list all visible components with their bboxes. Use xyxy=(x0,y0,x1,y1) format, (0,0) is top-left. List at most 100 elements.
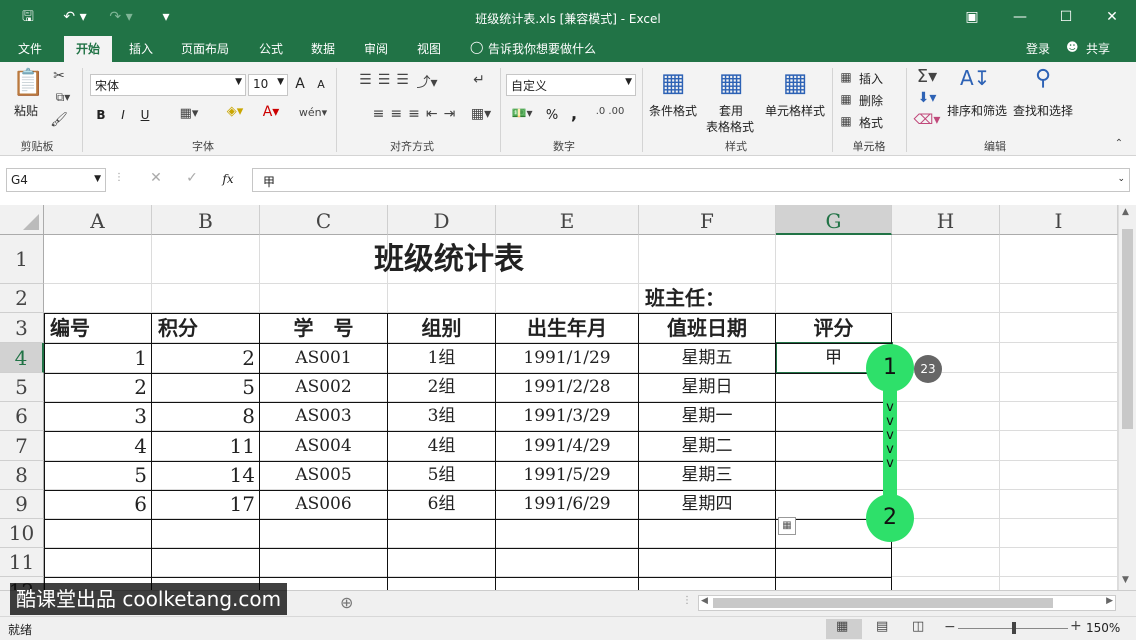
cell-empty[interactable] xyxy=(1000,431,1118,461)
cell-empty[interactable] xyxy=(496,519,639,548)
cell-empty[interactable] xyxy=(388,577,496,590)
delete-cells-button[interactable]: 删除 xyxy=(856,92,886,109)
merge-center-icon[interactable]: ▦▾ xyxy=(466,106,496,122)
menu-insert[interactable]: 插入 xyxy=(129,40,153,57)
menu-formulas[interactable]: 公式 xyxy=(259,40,283,57)
formula-input[interactable]: 甲 ⌄ xyxy=(252,168,1130,192)
number-format-select[interactable]: 自定义 ▼ xyxy=(506,74,636,96)
cell-styles-icon[interactable]: ▦ xyxy=(778,68,812,98)
page-layout-view-icon[interactable]: ▤ xyxy=(876,619,888,634)
format-painter-icon[interactable]: 🖌 xyxy=(50,112,68,128)
row-header-2[interactable]: 2 xyxy=(0,284,44,313)
auto-fill-options-icon[interactable]: ▦ xyxy=(778,517,796,535)
percent-button[interactable]: % xyxy=(544,108,560,123)
row-header-3[interactable]: 3 xyxy=(0,313,44,343)
row-header-6[interactable]: 6 xyxy=(0,402,44,431)
data-cell[interactable]: 6 xyxy=(44,490,152,519)
tell-me-box[interactable]: 告诉我你想要做什么 xyxy=(488,40,596,57)
tab-split-handle-icon[interactable]: ⋮ xyxy=(682,595,692,606)
cell-empty[interactable] xyxy=(1000,490,1118,519)
data-cell[interactable]: 5 xyxy=(152,373,260,402)
underline-button[interactable]: U xyxy=(138,108,152,122)
cell-empty[interactable] xyxy=(1000,519,1118,548)
header-cell[interactable]: 积分 xyxy=(152,313,260,343)
data-cell[interactable]: 1991/2/28 xyxy=(496,373,639,402)
add-sheet-icon[interactable]: ⊕ xyxy=(340,593,353,612)
column-header-a[interactable]: A xyxy=(44,205,152,235)
cell-empty[interactable] xyxy=(260,548,388,577)
data-cell[interactable]: AS006 xyxy=(260,490,388,519)
data-cell[interactable]: 8 xyxy=(152,402,260,431)
cell-empty[interactable] xyxy=(1000,577,1118,590)
data-cell[interactable]: 5 xyxy=(44,461,152,490)
cancel-entry-icon[interactable]: ✕ xyxy=(148,170,164,186)
insert-cells-button[interactable]: 插入 xyxy=(856,70,886,87)
data-cell[interactable]: 星期四 xyxy=(639,490,776,519)
data-cell[interactable]: 星期一 xyxy=(639,402,776,431)
cell-empty[interactable] xyxy=(639,577,776,590)
cell-empty[interactable] xyxy=(260,519,388,548)
cell-empty[interactable] xyxy=(776,548,892,577)
font-color-icon[interactable]: A▾ xyxy=(256,104,286,120)
row-header-10[interactable]: 10 xyxy=(0,519,44,548)
menu-file[interactable]: 文件 xyxy=(18,40,42,57)
comma-button[interactable]: , xyxy=(566,104,582,123)
column-header-e[interactable]: E xyxy=(496,205,639,235)
share-button[interactable]: 共享 xyxy=(1086,40,1110,57)
vertical-scroll-thumb[interactable] xyxy=(1122,229,1133,429)
format-table-line2[interactable]: 表格格式 xyxy=(698,118,762,135)
shrink-font-button[interactable]: A xyxy=(314,78,328,91)
cell-empty[interactable] xyxy=(1000,284,1118,313)
column-header-d[interactable]: D xyxy=(388,205,496,235)
format-table-line1[interactable]: 套用 xyxy=(706,102,756,119)
row-header-11[interactable]: 11 xyxy=(0,548,44,577)
cell-empty[interactable] xyxy=(892,577,1000,590)
data-cell[interactable]: 3组 xyxy=(388,402,496,431)
data-cell[interactable]: 1组 xyxy=(388,343,496,373)
clear-icon[interactable]: ⌫▾ xyxy=(912,112,942,128)
data-cell[interactable]: AS001 xyxy=(260,343,388,373)
row-header-8[interactable]: 8 xyxy=(0,461,44,490)
decimal-icons[interactable]: .0 .00 xyxy=(590,106,630,117)
menu-data[interactable]: 数据 xyxy=(311,40,335,57)
currency-icon[interactable]: 💵▾ xyxy=(508,106,536,120)
normal-view-icon[interactable]: ▦ xyxy=(836,619,848,634)
cell-empty[interactable] xyxy=(1000,343,1118,373)
scroll-right-icon[interactable]: ▶ xyxy=(1106,596,1113,606)
cell-styles-button[interactable]: 单元格样式 xyxy=(762,102,828,119)
data-cell[interactable]: 1991/6/29 xyxy=(496,490,639,519)
data-cell[interactable]: 11 xyxy=(152,431,260,461)
data-cell[interactable]: 14 xyxy=(152,461,260,490)
ribbon-display-icon[interactable]: ▣ xyxy=(962,7,982,27)
sheet-title[interactable]: 班级统计表 xyxy=(44,235,1118,284)
zoom-level[interactable]: 150% xyxy=(1086,621,1120,635)
column-header-b[interactable]: B xyxy=(152,205,260,235)
cell-empty[interactable] xyxy=(496,284,639,313)
data-cell[interactable]: 1991/3/29 xyxy=(496,402,639,431)
cell-empty[interactable] xyxy=(892,431,1000,461)
minimize-icon[interactable]: — xyxy=(1010,7,1030,27)
scroll-up-icon[interactable]: ▲ xyxy=(1122,207,1129,217)
fill-color-icon[interactable]: ◈▾ xyxy=(220,104,250,119)
cut-icon[interactable]: ✂ xyxy=(50,68,68,84)
orientation-icon[interactable]: ⤴▾ xyxy=(412,72,442,92)
header-cell[interactable]: 出生年月 xyxy=(496,313,639,343)
data-cell[interactable]: 1991/4/29 xyxy=(496,431,639,461)
page-break-view-icon[interactable]: ◫ xyxy=(912,619,924,634)
login-link[interactable]: 登录 xyxy=(1026,40,1050,57)
cell-empty[interactable] xyxy=(892,402,1000,431)
italic-button[interactable]: I xyxy=(116,108,130,122)
cell-empty[interactable] xyxy=(639,548,776,577)
name-box[interactable]: G4 ▼ xyxy=(6,168,106,192)
score-cell[interactable] xyxy=(776,461,892,490)
menu-page-layout[interactable]: 页面布局 xyxy=(181,40,229,57)
data-cell[interactable]: 1991/5/29 xyxy=(496,461,639,490)
column-header-c[interactable]: C xyxy=(260,205,388,235)
row-header-7[interactable]: 7 xyxy=(0,431,44,461)
cell-empty[interactable] xyxy=(892,548,1000,577)
cell-empty[interactable] xyxy=(44,519,152,548)
vertical-scrollbar[interactable]: ▲ ▼ xyxy=(1118,205,1136,590)
fill-icon[interactable]: ⬇▾ xyxy=(912,90,942,106)
format-cells-button[interactable]: 格式 xyxy=(856,114,886,131)
paste-icon[interactable]: 📋 xyxy=(12,68,44,98)
